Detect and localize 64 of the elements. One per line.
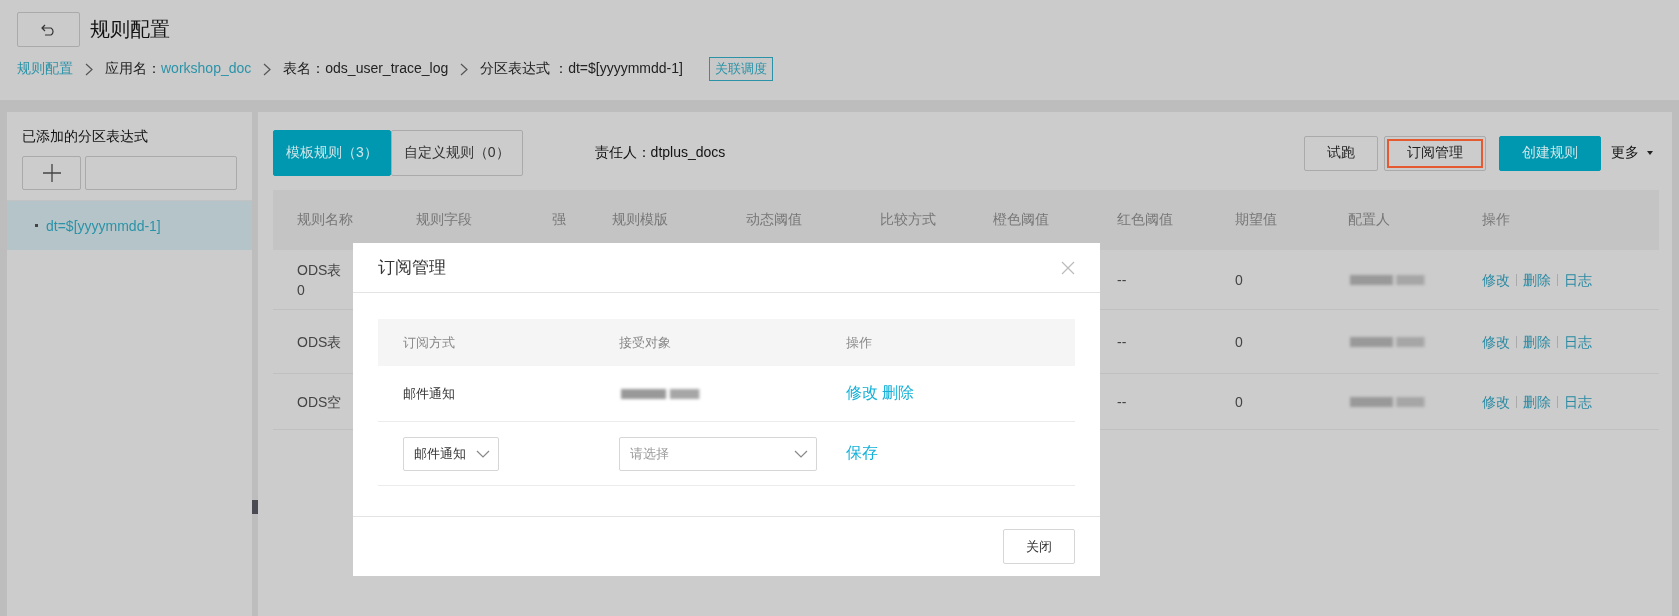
row-action-link[interactable]: 修改 bbox=[1482, 391, 1510, 412]
close-icon[interactable] bbox=[1061, 260, 1075, 275]
row-action-link[interactable]: 删除 bbox=[1523, 269, 1551, 290]
row-action-link[interactable]: 日志 bbox=[1564, 269, 1592, 290]
recipient-select[interactable]: 请选择 bbox=[619, 436, 817, 471]
partition-item[interactable]: dt=$[yyyymmdd-1] bbox=[7, 200, 252, 250]
row-action-link[interactable]: 日志 bbox=[1564, 391, 1592, 412]
column-header: 规则名称 bbox=[273, 190, 392, 250]
chevron-right-icon bbox=[263, 62, 272, 76]
close-button[interactable]: 关闭 bbox=[1003, 529, 1075, 564]
table-cell-text: 0 bbox=[297, 280, 305, 300]
chevron-down-icon bbox=[794, 449, 808, 458]
column-header: 操作 bbox=[821, 319, 1075, 366]
column-header: 操作 bbox=[1458, 190, 1659, 250]
table-cell-text: 0 bbox=[1235, 270, 1243, 290]
page-title: 规则配置 bbox=[90, 17, 170, 42]
toolbar-button[interactable]: 试跑 bbox=[1304, 135, 1378, 171]
chevron-down-icon bbox=[476, 449, 490, 458]
more-menu[interactable]: 更多 bbox=[1611, 144, 1659, 162]
dialog-title: 订阅管理 bbox=[378, 257, 446, 279]
chevron-right-icon bbox=[85, 62, 93, 76]
column-header: 配置人 bbox=[1324, 190, 1458, 250]
table-cell: 邮件通知 bbox=[403, 384, 455, 403]
breadcrumb-text: 分区表达式 ：dt=$[yyyymmdd-1] bbox=[480, 60, 683, 76]
column-header: 接受对象 bbox=[594, 319, 821, 366]
column-header: 订阅方式 bbox=[378, 319, 594, 366]
splitter-handle[interactable] bbox=[252, 500, 258, 514]
row-action-link[interactable]: 删除 bbox=[1523, 331, 1551, 352]
table-cell-text: ODS空 bbox=[297, 392, 342, 412]
toolbar-button[interactable]: 订阅管理 bbox=[1384, 135, 1486, 171]
save-link[interactable]: 保存 bbox=[846, 443, 878, 464]
sidebar-title: 已添加的分区表达式 bbox=[21, 127, 149, 146]
table-cell-text: -- bbox=[1117, 392, 1127, 412]
chevron-right-icon bbox=[460, 62, 469, 76]
toolbar-button[interactable]: 创建规则 bbox=[1499, 135, 1601, 171]
back-button[interactable] bbox=[17, 12, 80, 47]
row-action-link[interactable]: 删除 bbox=[1523, 391, 1551, 412]
column-header: 期望值 bbox=[1211, 190, 1324, 250]
method-select[interactable]: 邮件通知 bbox=[403, 436, 499, 471]
plus-icon bbox=[42, 164, 61, 182]
table-cell-text: -- bbox=[1117, 332, 1127, 352]
table-cell-text: 0 bbox=[1235, 332, 1243, 352]
breadcrumb-link[interactable]: 规则配置 bbox=[17, 60, 73, 76]
row-action-link[interactable]: 修改 bbox=[1482, 331, 1510, 352]
row-action-link[interactable]: 日志 bbox=[1564, 331, 1592, 352]
column-header: 红色阈值 bbox=[1093, 190, 1211, 250]
breadcrumb-link[interactable]: workshop_doc bbox=[161, 60, 252, 76]
table-cell-text: ODS表 bbox=[297, 332, 342, 352]
caret-icon bbox=[1647, 151, 1653, 155]
undo-arrow-icon bbox=[40, 23, 57, 36]
rule-tab[interactable]: 自定义规则（0） bbox=[390, 130, 523, 176]
table-cell-text: ODS表 bbox=[297, 260, 342, 280]
table-cell-text: 0 bbox=[1235, 392, 1243, 412]
dialog-action-link[interactable]: 修改 bbox=[846, 383, 878, 404]
schedule-tag[interactable]: 关联调度 bbox=[708, 57, 773, 81]
dialog-action-link[interactable]: 删除 bbox=[882, 383, 914, 404]
table-cell-text: -- bbox=[1117, 270, 1127, 290]
breadcrumb-text: 应用名： bbox=[105, 60, 161, 76]
partition-input[interactable] bbox=[85, 156, 237, 190]
rule-tab[interactable]: 模板规则（3） bbox=[273, 130, 391, 176]
breadcrumb-text: 表名：ods_user_trace_log bbox=[283, 60, 449, 76]
owner-label: 责任人：dtplus_docs bbox=[594, 144, 726, 162]
add-button[interactable] bbox=[22, 156, 81, 190]
row-action-link[interactable]: 修改 bbox=[1482, 269, 1510, 290]
